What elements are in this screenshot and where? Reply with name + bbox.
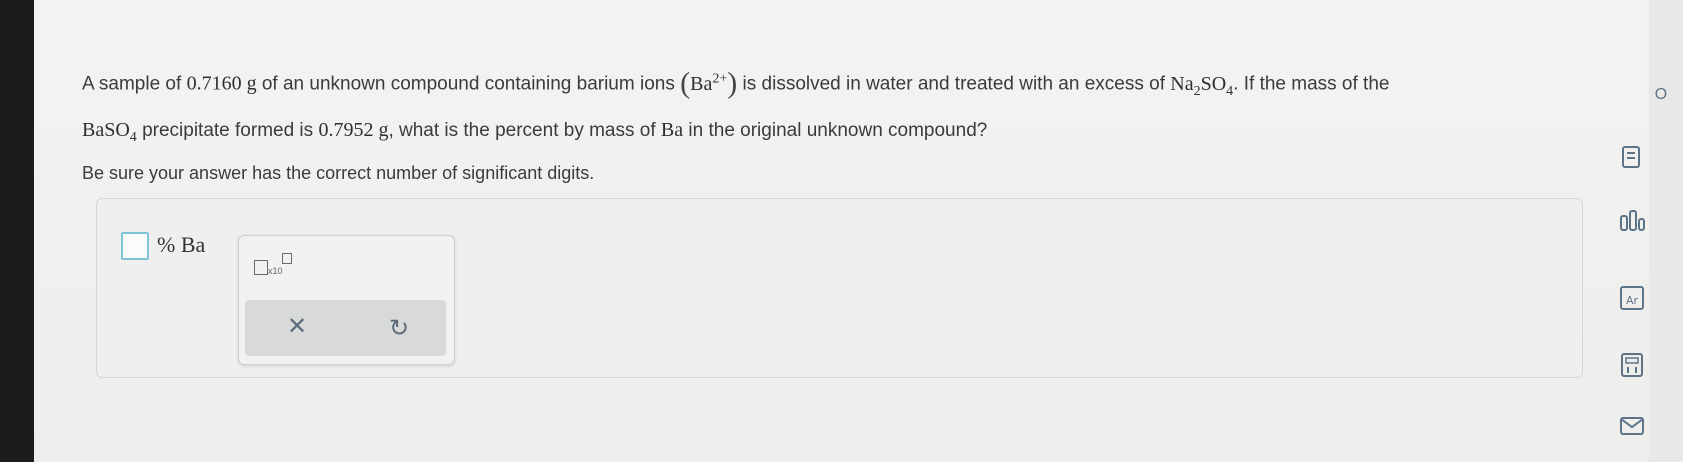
periodic-table-icon[interactable]: Ar xyxy=(1619,285,1645,311)
side-toolbar: O Ar xyxy=(1604,0,1683,462)
base-box-icon xyxy=(254,260,268,275)
answer-unit-label: % Ba xyxy=(157,232,206,257)
data-icon[interactable] xyxy=(1619,208,1645,234)
math-toolbox: x10 ✕ ↻ xyxy=(238,235,455,365)
question-text: A sample of 0.7160 g of an unknown compo… xyxy=(82,66,1390,145)
exponent-box-icon xyxy=(282,253,292,264)
ion-formula: Ba2+ xyxy=(690,71,728,95)
notes-icon[interactable] xyxy=(1619,145,1645,171)
cut-off-icon[interactable]: O xyxy=(1648,82,1674,108)
precipitate-formula: BaSO4 xyxy=(82,118,137,145)
mail-icon[interactable] xyxy=(1619,415,1645,441)
sig-digits-hint: Be sure your answer has the correct numb… xyxy=(82,163,595,183)
reagent-formula: Na2SO4 xyxy=(1170,72,1234,99)
times-ten-label: x10 xyxy=(268,266,283,276)
scientific-notation-button[interactable]: x10 xyxy=(254,251,294,279)
undo-button[interactable]: ↻ xyxy=(389,314,409,343)
screen-bezel xyxy=(0,0,34,462)
mass-value-2: 0.7952 g xyxy=(318,118,389,141)
clear-button[interactable]: ✕ xyxy=(287,312,307,341)
toolbox-action-bar: ✕ ↻ xyxy=(245,300,446,356)
svg-text:Ar: Ar xyxy=(1626,294,1639,307)
calculator-icon[interactable] xyxy=(1619,352,1645,378)
question-page: A sample of 0.7160 g of an unknown compo… xyxy=(34,0,1649,462)
mass-value-1: 0.7160 g xyxy=(186,72,257,95)
element-symbol: Ba xyxy=(660,118,684,141)
answer-input[interactable] xyxy=(121,232,149,260)
